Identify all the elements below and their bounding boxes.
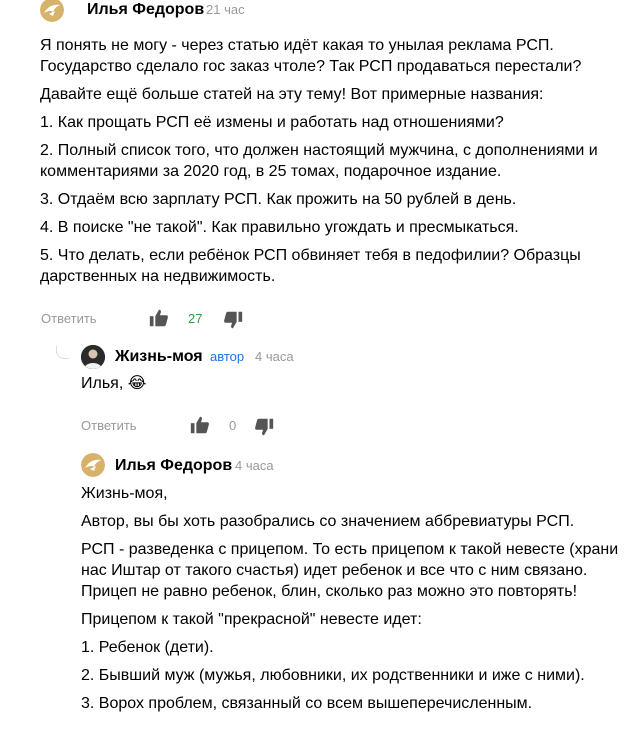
thumbs-up-icon	[149, 309, 168, 327]
comment-time: 21 час	[206, 2, 245, 17]
author-badge: автор	[210, 349, 245, 364]
like-button[interactable]	[189, 414, 211, 436]
avatar[interactable]	[81, 345, 105, 369]
comment-paragraph: РСП - разведенка с прицепом. То есть при…	[81, 541, 619, 600]
dislike-button[interactable]	[253, 416, 275, 438]
like-count: 0	[229, 418, 237, 433]
comment-paragraph: Я понять не могу - через статью идёт как…	[40, 37, 582, 75]
comment-paragraph: 1. Ребенок (дети).	[81, 639, 214, 656]
thread-connector	[56, 346, 69, 359]
thumbs-up-icon	[190, 416, 209, 434]
comment-paragraph: Жизнь-моя,	[81, 485, 168, 502]
reply-button[interactable]: Ответить	[41, 309, 97, 329]
dislike-button[interactable]	[222, 309, 244, 331]
comment-paragraph: Давайте ещё больше статей на эту тему! В…	[40, 86, 544, 103]
eagle-avatar-icon	[81, 453, 105, 477]
comment-author[interactable]: Илья Федоров	[87, 0, 204, 20]
comment-paragraph: Илья, 😂	[81, 375, 147, 392]
comment-paragraph: 4. В поиске "не такой". Как правильно уг…	[40, 219, 519, 236]
eagle-avatar-icon	[40, 0, 64, 22]
like-button[interactable]	[148, 307, 170, 329]
thumbs-down-icon	[255, 418, 274, 436]
comment-paragraph: 1. Как прощать РСП её измены и работать …	[40, 114, 504, 131]
comment-author[interactable]: Жизнь-моя	[115, 347, 203, 367]
comment-time: 4 часа	[255, 349, 294, 364]
comment-paragraph: 2. Полный список того, что должен настоя…	[40, 142, 598, 180]
reply-button[interactable]: Ответить	[81, 416, 137, 436]
like-count: 27	[188, 311, 203, 326]
comment-paragraph: Прицепом к такой "прекрасной" невесте ид…	[81, 611, 422, 628]
thumbs-down-icon	[224, 311, 243, 329]
comment-time: 4 часа	[235, 458, 274, 473]
comment-author[interactable]: Илья Федоров	[115, 456, 232, 476]
comment-paragraph: 2. Бывший муж (мужья, любовники, их родс…	[81, 667, 585, 684]
comment-paragraph: 5. Что делать, если ребёнок РСП обвиняет…	[40, 247, 581, 285]
avatar[interactable]	[81, 453, 105, 477]
user-photo-icon	[81, 345, 105, 369]
avatar[interactable]	[40, 0, 64, 22]
comment-paragraph: Автор, вы бы хоть разобрались со значени…	[81, 513, 575, 530]
comment-paragraph: 3. Ворох проблем, связанный со всем выше…	[81, 695, 533, 712]
comment-paragraph: 3. Отдаём всю зарплату РСП. Как прожить …	[40, 191, 517, 208]
